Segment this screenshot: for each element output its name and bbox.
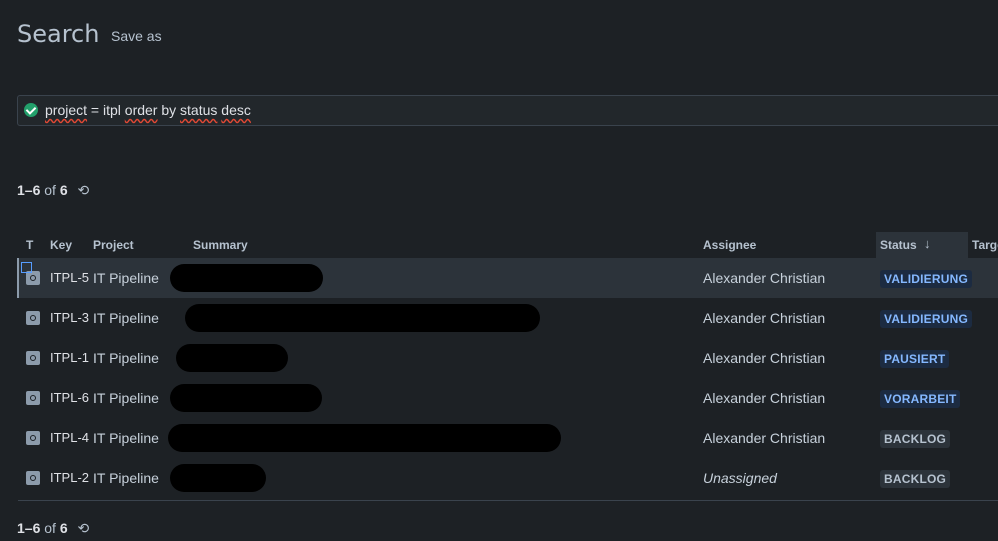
issue-key[interactable]: ITPL-5: [50, 270, 89, 285]
issue-key[interactable]: ITPL-2: [50, 470, 89, 485]
refresh-icon[interactable]: ⟲: [78, 520, 90, 537]
col-project[interactable]: Project: [93, 238, 134, 252]
redacted-summary: [176, 344, 288, 372]
pager-of: of: [44, 182, 56, 198]
pagination-top: 1–6 of 6 ⟲: [17, 182, 89, 199]
valid-check-icon: [24, 103, 38, 117]
redacted-summary: [170, 384, 322, 412]
status-badge[interactable]: PAUSIERT: [880, 350, 950, 368]
assignee[interactable]: Alexander Christian: [703, 430, 825, 446]
issue-type-icon: [26, 311, 40, 325]
project-name[interactable]: IT Pipeline: [93, 310, 159, 326]
col-summary[interactable]: Summary: [193, 238, 248, 252]
pagination-bottom: 1–6 of 6 ⟲: [17, 520, 89, 537]
pager-of: of: [44, 520, 56, 536]
status-badge[interactable]: VORARBEIT: [880, 390, 961, 408]
status-badge[interactable]: VALIDIERUNG: [880, 270, 972, 288]
status-badge[interactable]: BACKLOG: [880, 470, 951, 488]
assignee[interactable]: Alexander Christian: [703, 350, 825, 366]
issue-key[interactable]: ITPL-3: [50, 310, 89, 325]
jql-query-text[interactable]: project = itpl order by status desc: [45, 102, 251, 118]
issue-key[interactable]: ITPL-6: [50, 390, 89, 405]
status-badge[interactable]: VALIDIERUNG: [880, 310, 972, 328]
project-name[interactable]: IT Pipeline: [93, 430, 159, 446]
table-row[interactable]: ITPL-5 IT Pipeline Alexander Christian VALI…: [18, 258, 998, 298]
issue-key[interactable]: ITPL-4: [50, 430, 89, 445]
project-name[interactable]: IT Pipeline: [93, 390, 159, 406]
project-name[interactable]: IT Pipeline: [93, 470, 159, 486]
status-badge[interactable]: BACKLOG: [880, 430, 951, 448]
col-assignee[interactable]: Assignee: [703, 238, 756, 252]
col-status[interactable]: Status: [880, 238, 917, 252]
table-row[interactable]: ITPL-4 IT Pipeline Alexander Christian BACK…: [18, 418, 998, 458]
pager-total: 6: [59, 520, 68, 536]
page-title: Search: [17, 20, 100, 48]
redacted-summary: [168, 424, 561, 452]
refresh-icon[interactable]: ⟲: [78, 182, 90, 199]
assignee[interactable]: Alexander Christian: [703, 390, 825, 406]
issue-type-icon: [26, 391, 40, 405]
row-select-checkbox[interactable]: [21, 262, 32, 273]
pager-range: 1–6: [17, 520, 41, 536]
project-name[interactable]: IT Pipeline: [93, 270, 159, 286]
issue-type-icon: [26, 271, 40, 285]
issue-type-icon: [26, 431, 40, 445]
table-row[interactable]: ITPL-1 IT Pipeline Alexander Christian PAUS…: [18, 338, 998, 378]
col-key[interactable]: Key: [50, 238, 72, 252]
assignee[interactable]: Unassigned: [703, 470, 777, 486]
table-row[interactable]: ITPL-3 IT Pipeline Alexander Christian VALI…: [18, 298, 998, 338]
col-target[interactable]: Targe: [972, 238, 998, 252]
table-header: T Key Project Summary Assignee Status ↓ …: [18, 232, 998, 258]
table-row[interactable]: ITPL-2 IT Pipeline Unassigned BACKLOG: [18, 458, 998, 498]
arrow-down-icon: ↓: [924, 236, 931, 251]
issue-type-icon: [26, 471, 40, 485]
selected-row-indicator: [17, 258, 19, 298]
pager-total: 6: [59, 182, 68, 198]
pager-range: 1–6: [17, 182, 41, 198]
table-row[interactable]: ITPL-6 IT Pipeline Alexander Christian VORA…: [18, 378, 998, 418]
col-type[interactable]: T: [26, 238, 33, 252]
redacted-summary: [185, 304, 540, 332]
assignee[interactable]: Alexander Christian: [703, 310, 825, 326]
jql-input[interactable]: project = itpl order by status desc: [17, 95, 998, 126]
assignee[interactable]: Alexander Christian: [703, 270, 825, 286]
table-divider: [18, 500, 998, 501]
save-as-button[interactable]: Save as: [111, 28, 162, 44]
redacted-summary: [170, 464, 266, 492]
issue-key[interactable]: ITPL-1: [50, 350, 89, 365]
project-name[interactable]: IT Pipeline: [93, 350, 159, 366]
issue-type-icon: [26, 351, 40, 365]
redacted-summary: [170, 264, 323, 292]
